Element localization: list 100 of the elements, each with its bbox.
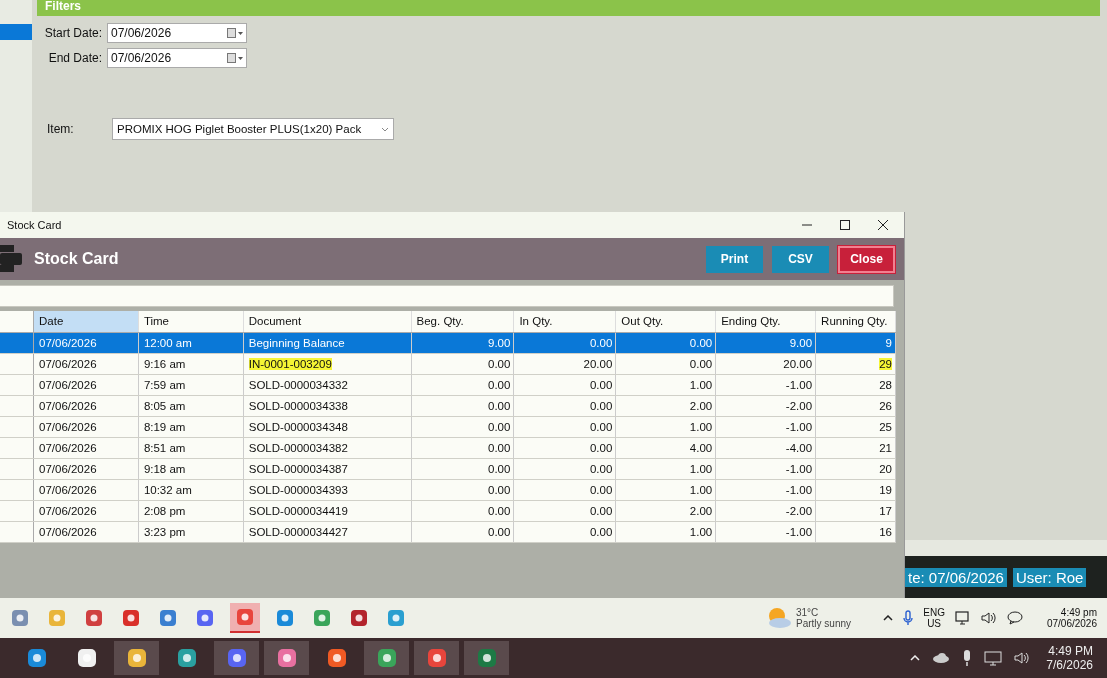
table-cell: 9:16 am xyxy=(143,358,186,370)
table-cell: SOLD-0000034332 xyxy=(248,379,348,391)
table-cell: 1.00 xyxy=(689,484,713,496)
table-cell: 07/06/2026 xyxy=(39,379,97,391)
window-heading: Stock Card xyxy=(34,250,119,268)
table-cell: -1.00 xyxy=(785,421,813,433)
network-icon[interactable] xyxy=(984,650,1003,666)
table-cell: 21 xyxy=(879,442,892,454)
table-cell: 0.00 xyxy=(689,337,713,349)
table-cell: 0.00 xyxy=(488,421,511,433)
table-cell: 0.00 xyxy=(689,358,713,370)
clock-time[interactable]: 4:49 pm xyxy=(1060,607,1097,618)
table-cell: SOLD-0000034419 xyxy=(248,505,348,517)
table-cell: 0.00 xyxy=(589,505,613,517)
calendar-icon xyxy=(227,28,243,38)
table-cell: SOLD-0000034427 xyxy=(248,526,348,538)
table-cell: 0.00 xyxy=(488,400,511,412)
clock-date[interactable]: 07/06/2026 xyxy=(1046,618,1097,629)
table-cell: -1.00 xyxy=(785,463,813,475)
close-icon[interactable] xyxy=(878,220,888,230)
table-row[interactable]: 07/06/2026 8:05 am SOLD-0000034338 0.00 0.00 2.00 -2.00 26 xyxy=(0,396,896,417)
column-header[interactable]: Out Qty. xyxy=(616,311,717,332)
user-label: User: Roe xyxy=(1012,567,1087,587)
table-cell: -2.00 xyxy=(785,400,813,412)
table-cell: 10:32 am xyxy=(143,484,192,496)
field-label: Start Date: xyxy=(43,26,103,40)
table-row[interactable]: 07/06/2026 7:59 am SOLD-0000034332 0.00 0.00 1.00 -1.00 28 xyxy=(0,375,896,396)
monitor-icon[interactable] xyxy=(954,611,971,625)
table-cell: 9.00 xyxy=(789,337,813,349)
table-cell: SOLD-0000034338 xyxy=(248,400,348,412)
chevron-down-icon xyxy=(381,126,389,132)
column-header[interactable]: Time xyxy=(138,311,244,332)
table-cell: 4.00 xyxy=(689,442,713,454)
table-cell: 9.00 xyxy=(488,337,511,349)
maximize-icon[interactable] xyxy=(840,220,850,230)
date-field[interactable]: 07/06/2026 xyxy=(107,23,247,43)
table-cell: 3:23 pm xyxy=(143,526,186,538)
column-header[interactable]: Date xyxy=(34,311,139,332)
table-cell: 0.00 xyxy=(488,463,511,475)
table-cell: 1.00 xyxy=(689,421,713,433)
calendar-icon xyxy=(227,53,243,63)
close-button[interactable]: Close xyxy=(838,245,895,273)
table-cell: 2.00 xyxy=(689,400,713,412)
cloud-icon[interactable] xyxy=(932,653,951,663)
table-row[interactable]: 07/06/2026 8:19 am SOLD-0000034348 0.00 0.00 1.00 -1.00 25 xyxy=(0,417,896,438)
action-button[interactable]: CSV xyxy=(772,245,829,273)
speaker-icon[interactable] xyxy=(1014,651,1031,665)
table-cell: 07/06/2026 xyxy=(39,421,97,433)
table-cell: 9 xyxy=(885,337,892,349)
chat-bubble-icon[interactable] xyxy=(1006,611,1023,625)
clock-date[interactable]: 7/6/2026 xyxy=(1046,658,1093,672)
table-cell: 07/06/2026 xyxy=(39,442,97,454)
speaker-icon[interactable] xyxy=(980,611,997,625)
language-text[interactable]: ENG xyxy=(923,607,945,618)
table-row[interactable]: 07/06/2026 2:08 pm SOLD-0000034419 0.00 0.00 2.00 -2.00 17 xyxy=(0,501,896,522)
table-cell: SOLD-0000034382 xyxy=(248,442,348,454)
microphone-icon[interactable] xyxy=(903,610,914,626)
table-cell: 19 xyxy=(879,484,892,496)
table-cell: 2.00 xyxy=(689,505,713,517)
region-text[interactable]: US xyxy=(927,618,942,629)
temperature-text: 31°C xyxy=(796,607,820,618)
clock-time[interactable]: 4:49 PM xyxy=(1048,644,1093,658)
action-button[interactable]: Print xyxy=(706,245,763,273)
table-row[interactable]: 07/06/2026 10:32 am SOLD-0000034393 0.00 0.00 1.00 -1.00 19 xyxy=(0,480,896,501)
table-cell: 1.00 xyxy=(689,379,713,391)
table-cell: 17 xyxy=(879,505,892,517)
table-cell: 0.00 xyxy=(488,379,511,391)
window-title: Stock Card xyxy=(7,219,62,231)
field-label: Item: xyxy=(46,122,75,136)
column-header[interactable]: Ending Qty. xyxy=(716,311,817,332)
table-cell: 0.00 xyxy=(488,505,511,517)
table-cell: 2:08 pm xyxy=(143,505,186,517)
column-header[interactable]: In Qty. xyxy=(514,311,617,332)
table-row[interactable]: 07/06/2026 8:51 am SOLD-0000034382 0.00 0.00 4.00 -4.00 21 xyxy=(0,438,896,459)
table-cell: -1.00 xyxy=(785,526,813,538)
table-cell: 0.00 xyxy=(589,400,613,412)
column-header[interactable]: Running Qty. xyxy=(816,311,896,332)
table-row[interactable]: 07/06/2026 9:16 am IN-0001-003209 0.00 20.00 0.00 20.00 29 xyxy=(0,354,896,375)
microphone-icon[interactable] xyxy=(962,649,973,667)
table-cell: 0.00 xyxy=(589,484,613,496)
table-cell: 25 xyxy=(879,421,892,433)
column-header[interactable]: Document xyxy=(243,311,412,332)
chevron-up-icon[interactable] xyxy=(883,615,894,621)
table-row[interactable]: 07/06/2026 12:00 am Beginning Balance 9.00 0.00 0.00 9.00 9 xyxy=(0,333,896,354)
search-field[interactable] xyxy=(0,285,894,307)
table-cell: 07/06/2026 xyxy=(39,337,97,349)
table-cell: SOLD-0000034393 xyxy=(248,484,348,496)
partly-sunny-icon xyxy=(766,607,792,629)
table-cell: 29 xyxy=(879,358,892,370)
table-cell: 0.00 xyxy=(589,337,613,349)
column-header[interactable]: Beg. Qty. xyxy=(411,311,515,332)
table-cell: -2.00 xyxy=(785,505,813,517)
table-cell: 0.00 xyxy=(589,526,613,538)
table-cell: 0.00 xyxy=(589,463,613,475)
table-cell: 07/06/2026 xyxy=(39,505,97,517)
date-field[interactable]: 07/06/2026 xyxy=(107,48,247,68)
table-row[interactable]: 07/06/2026 3:23 pm SOLD-0000034427 0.00 0.00 1.00 -1.00 16 xyxy=(0,522,896,543)
item-dropdown[interactable]: PROMIX HOG Piglet Booster PLUS(1x20) Pack xyxy=(112,118,394,140)
table-cell: 0.00 xyxy=(589,442,613,454)
table-row[interactable]: 07/06/2026 9:18 am SOLD-0000034387 0.00 0.00 1.00 -1.00 20 xyxy=(0,459,896,480)
